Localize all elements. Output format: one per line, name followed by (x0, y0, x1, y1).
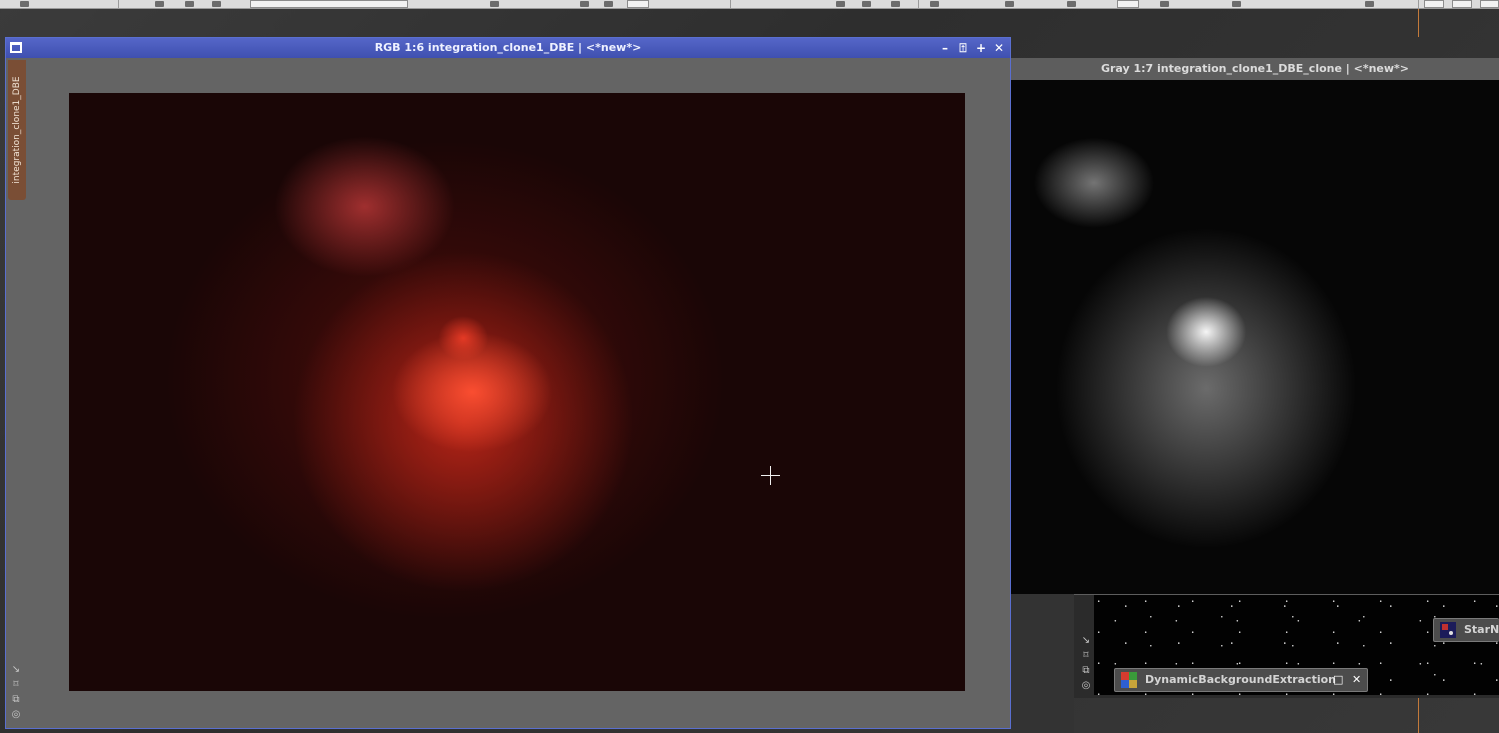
toolbar-separator (1418, 0, 1419, 8)
toolbar-toggle-field[interactable] (627, 0, 649, 8)
image-window-rgb[interactable]: RGB 1:6 integration_clone1_DBE | <*new*>… (5, 37, 1011, 729)
screen-transfer-icon[interactable]: ◎ (9, 707, 23, 722)
toolbar-tool-icon[interactable] (185, 1, 194, 7)
starnet-process-icon (1440, 622, 1456, 638)
clone-view-icon[interactable]: ⧉ (9, 692, 23, 707)
image-canvas-rgb[interactable] (69, 93, 965, 691)
main-toolbar (0, 0, 1499, 9)
toolbar-tool-icon[interactable] (155, 1, 164, 7)
cursor-crosshair-icon (761, 466, 780, 485)
shade-button[interactable]: ⍐ (956, 38, 970, 58)
workspace-guide-line (1418, 9, 1419, 37)
toolbar-view-field[interactable] (250, 0, 408, 8)
mask-icon[interactable]: ⌑ (9, 677, 23, 692)
process-icon-dbe[interactable]: DynamicBackgroundExtraction □ ✕ (1114, 668, 1368, 692)
toolbar-tool-icon[interactable] (891, 1, 900, 7)
toolbar-tool-icon[interactable] (1232, 1, 1241, 7)
view-identifier-label: integration_clone1_DBE (12, 76, 22, 184)
toolbar-separator (730, 0, 731, 8)
workspace-panel (1011, 594, 1074, 733)
screen-transfer-icon[interactable]: ◎ (1080, 678, 1092, 693)
restore-icon[interactable]: □ (1333, 669, 1343, 691)
toolbar-toggle-field[interactable] (1480, 0, 1499, 8)
toolbar-tool-icon[interactable] (212, 1, 221, 7)
image-window-gray[interactable]: Gray 1:7 integration_clone1_DBE_clone | … (1011, 58, 1499, 594)
toolbar-tool-icon[interactable] (1160, 1, 1169, 7)
minimize-button[interactable]: – (938, 38, 952, 58)
close-icon[interactable]: ✕ (1352, 669, 1361, 691)
clone-view-icon[interactable]: ⧉ (1080, 663, 1092, 678)
toolbar-toggle-field[interactable] (1452, 0, 1472, 8)
toolbar-tool-icon[interactable] (862, 1, 871, 7)
toolbar-separator (118, 0, 119, 8)
toolbar-tool-icon[interactable] (604, 1, 613, 7)
toolbar-tool-icon[interactable] (930, 1, 939, 7)
toolbar-toggle-field[interactable] (1117, 0, 1139, 8)
toolbar-tool-icon[interactable] (836, 1, 845, 7)
process-icon-label: DynamicBackgroundExtraction (1145, 673, 1336, 686)
view-side-toolbar: ↘ ⌑ ⧉ ◎ (1080, 633, 1092, 693)
toolbar-toggle-field[interactable] (1424, 0, 1444, 8)
window-menu-icon[interactable] (10, 42, 22, 53)
process-icon-starnet[interactable]: StarNe (1433, 618, 1499, 642)
window-title-bar[interactable]: RGB 1:6 integration_clone1_DBE | <*new*> (6, 38, 1010, 58)
window-title: Gray 1:7 integration_clone1_DBE_clone | … (1100, 62, 1410, 75)
dbe-process-icon (1121, 672, 1137, 688)
view-identifier-tab[interactable]: integration_clone1_DBE (8, 60, 26, 200)
image-canvas-gray[interactable] (1011, 80, 1499, 594)
close-button[interactable]: ✕ (992, 38, 1006, 58)
maximize-button[interactable]: + (974, 38, 988, 58)
fit-view-icon[interactable]: ↘ (9, 662, 23, 677)
mask-icon[interactable]: ⌑ (1080, 648, 1092, 663)
process-icon-label: StarNe (1464, 623, 1499, 636)
toolbar-tool-icon[interactable] (580, 1, 589, 7)
toolbar-tool-icon[interactable] (1067, 1, 1076, 7)
toolbar-tool-icon[interactable] (490, 1, 499, 7)
workspace-guide-line (1418, 698, 1419, 733)
toolbar-tool-icon[interactable] (1005, 1, 1014, 7)
window-title: RGB 1:6 integration_clone1_DBE | <*new*> (374, 41, 642, 54)
toolbar-tool-icon[interactable] (1365, 1, 1374, 7)
fit-view-icon[interactable]: ↘ (1080, 633, 1092, 648)
window-title-bar[interactable]: Gray 1:7 integration_clone1_DBE_clone | … (1011, 58, 1499, 80)
view-side-toolbar: ↘ ⌑ ⧉ ◎ (9, 662, 23, 722)
toolbar-tool-icon[interactable] (20, 1, 29, 7)
toolbar-separator (918, 0, 919, 8)
